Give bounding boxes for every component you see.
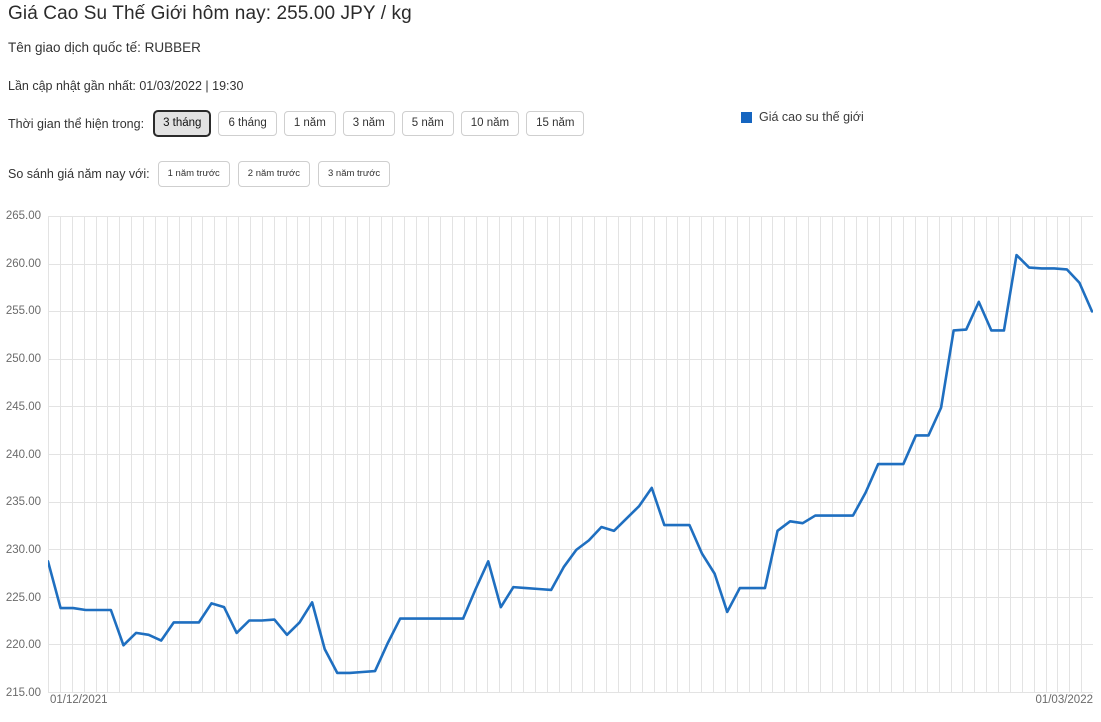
period-button-6[interactable]: 15 năm bbox=[526, 111, 585, 136]
page-title: Giá Cao Su Thế Giới hôm nay: 255.00 JPY … bbox=[8, 3, 412, 24]
period-button-3[interactable]: 3 năm bbox=[342, 111, 395, 136]
x-axis-end-label: 01/03/2022 bbox=[1035, 694, 1093, 706]
y-axis-tick: 225.00 bbox=[5, 591, 41, 604]
y-axis-labels: 265.00 260.00 255.00 250.00 245.00 240.00 235.… bbox=[0, 205, 48, 699]
period-selector-row: Thời gian thể hiện trong: 3 tháng 6 tháng… bbox=[8, 110, 591, 137]
y-axis-tick: 235.00 bbox=[5, 496, 41, 509]
compare-button-0[interactable]: 1 năm trước bbox=[157, 161, 230, 187]
chart-legend: Giá cao su thế giới bbox=[741, 110, 864, 124]
period-button-1[interactable]: 6 tháng bbox=[218, 111, 277, 136]
period-button-0[interactable]: 3 tháng bbox=[153, 110, 212, 137]
y-axis-tick: 230.00 bbox=[5, 543, 41, 556]
y-axis-tick: 255.00 bbox=[5, 305, 41, 318]
legend-item-label: Giá cao su thế giới bbox=[759, 110, 864, 124]
compare-button-1[interactable]: 2 năm trước bbox=[237, 161, 310, 187]
line-chart-svg bbox=[48, 216, 1093, 693]
period-button-5[interactable]: 10 năm bbox=[460, 111, 520, 136]
y-axis-tick: 260.00 bbox=[5, 257, 41, 270]
y-axis-tick: 215.00 bbox=[5, 687, 41, 699]
square-swatch-icon bbox=[741, 111, 752, 123]
period-button-2[interactable]: 1 năm bbox=[283, 111, 336, 136]
period-button-4[interactable]: 5 năm bbox=[401, 111, 454, 136]
y-axis-tick: 245.00 bbox=[5, 400, 41, 413]
chart-plot-area bbox=[48, 216, 1093, 693]
compare-button-group: 1 năm trước 2 năm trước 3 năm trước bbox=[157, 161, 399, 187]
period-button-group: 3 tháng 6 tháng 1 năm 3 năm 5 năm 10 năm 15 nă… bbox=[153, 110, 591, 137]
compare-button-2[interactable]: 3 năm trước bbox=[317, 161, 391, 187]
y-axis-tick: 265.00 bbox=[5, 210, 41, 222]
international-trading-name: Tên giao dịch quốc tế: RUBBER bbox=[8, 40, 201, 55]
x-axis-start-label: 01/12/2021 bbox=[50, 694, 108, 706]
y-axis-tick: 250.00 bbox=[5, 353, 41, 366]
price-chart: 265.00 260.00 255.00 250.00 245.00 240.00 235.… bbox=[0, 205, 1101, 722]
y-axis-tick: 220.00 bbox=[5, 639, 41, 652]
y-axis-tick: 240.00 bbox=[5, 448, 41, 461]
last-updated-text: Lần cập nhật gần nhất: 01/03/2022 | 19:3… bbox=[8, 79, 244, 93]
compare-selector-label: So sánh giá năm nay với: bbox=[8, 167, 150, 181]
period-selector-label: Thời gian thể hiện trong: bbox=[8, 116, 145, 131]
series-line-gia-cao-su-the-gioi bbox=[48, 253, 1093, 675]
rubber-price-page: Giá Cao Su Thế Giới hôm nay: 255.00 JPY … bbox=[0, 0, 1101, 722]
compare-selector-row: So sánh giá năm nay với: 1 năm trước 2 nă… bbox=[8, 161, 398, 187]
